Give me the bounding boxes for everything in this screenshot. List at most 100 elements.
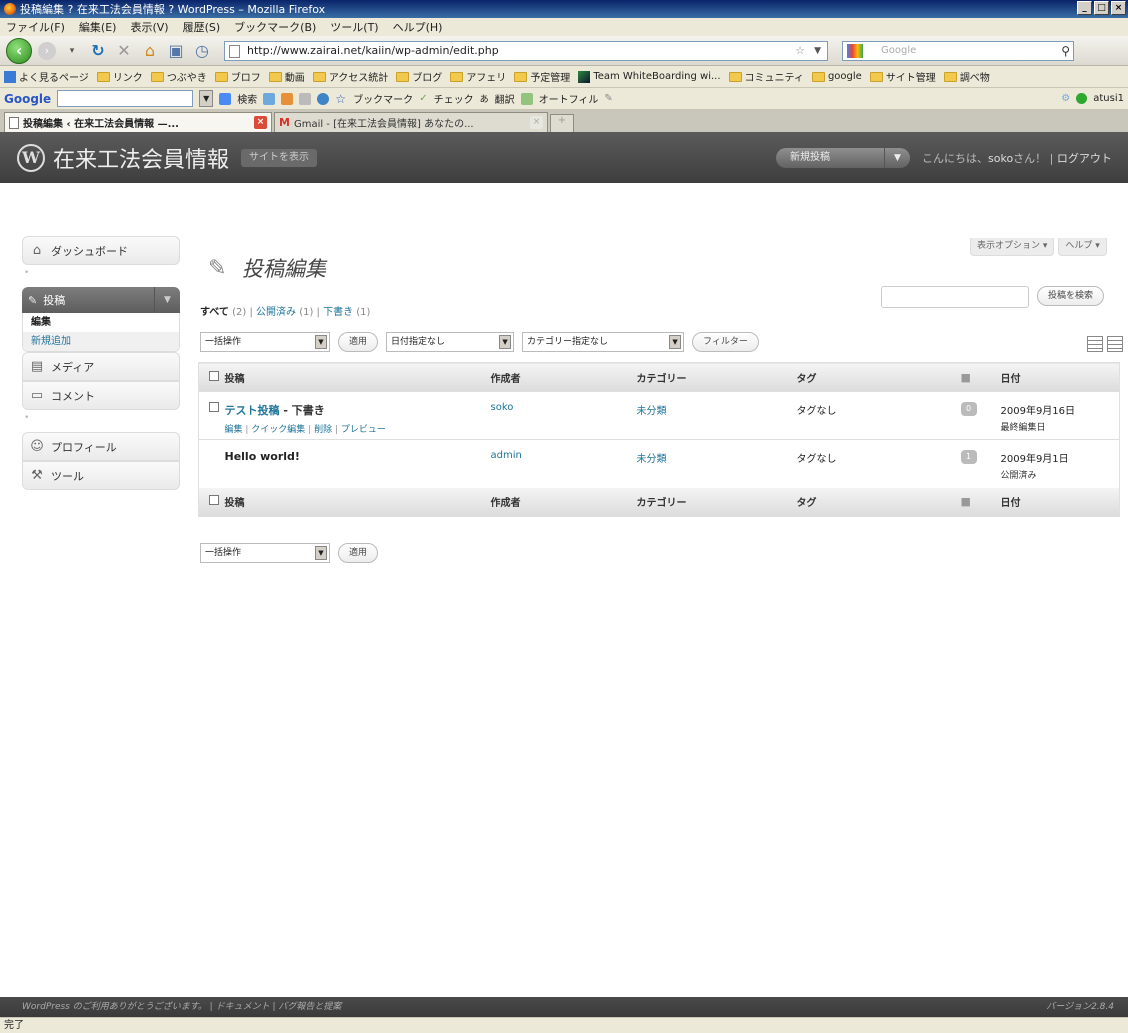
google-bookmarks-button[interactable]: ブックマーク xyxy=(353,91,413,106)
excerpt-view-icon[interactable] xyxy=(1107,336,1123,352)
tab-posts-edit[interactable]: 投稿編集 ‹ 在来工法会員情報 —... × xyxy=(4,112,272,132)
url-bar[interactable]: http://www.zairai.net/kaiin/wp-admin/edi… xyxy=(224,40,828,61)
list-view-icon[interactable] xyxy=(1087,336,1103,352)
help-button[interactable]: ヘルプ ▾ xyxy=(1058,238,1107,256)
tab-gmail[interactable]: M Gmail - [在来工法会員情報] あなたの... × xyxy=(274,112,548,132)
bookmark-item[interactable]: 調べ物 xyxy=(943,69,990,84)
bookmark-item[interactable]: アクセス統計 xyxy=(312,69,388,84)
back-button[interactable]: ‹ xyxy=(6,37,32,64)
bookmark-item[interactable]: つぶやき xyxy=(150,69,207,84)
date-filter-select[interactable]: 日付指定なし ▼ xyxy=(386,332,515,352)
quick-edit-link[interactable]: クイック編集 xyxy=(251,425,305,435)
spell-check-button[interactable]: チェック xyxy=(434,91,474,106)
close-tab-icon[interactable]: × xyxy=(254,116,267,129)
bookmark-item[interactable]: ブログ xyxy=(396,69,442,84)
logout-link[interactable]: ログアウト xyxy=(1057,152,1112,165)
sidebar-subitem-add-new[interactable]: 新規追加 xyxy=(23,332,179,351)
bulk-action-select-bottom[interactable]: 一括操作 ▼ xyxy=(200,543,330,563)
bookmark-item[interactable]: よく見るページ xyxy=(4,69,89,84)
bookmark-item[interactable]: アフェリ xyxy=(450,69,506,84)
autofill-button[interactable]: オートフィル xyxy=(539,91,599,106)
menu-bookmarks[interactable]: ブックマーク(B) xyxy=(234,19,316,35)
bulk-action-select[interactable]: 一括操作 ▼ xyxy=(200,332,330,352)
apply-button-bottom[interactable]: 適用 xyxy=(338,543,379,563)
bookmark-item[interactable]: Team WhiteBoarding wi... xyxy=(578,70,721,83)
close-tab-icon[interactable]: × xyxy=(530,116,543,129)
column-footer-title[interactable]: 投稿 xyxy=(224,487,491,517)
column-header-title[interactable]: 投稿 xyxy=(224,362,491,392)
minimize-button[interactable]: _ xyxy=(1077,1,1092,15)
posts-toggle-icon[interactable]: ▼ xyxy=(154,287,180,313)
post-search-input[interactable] xyxy=(881,286,1029,308)
close-window-button[interactable]: × xyxy=(1111,1,1126,15)
select-all-checkbox[interactable] xyxy=(209,495,219,506)
menu-edit[interactable]: 編集(E) xyxy=(79,19,117,35)
menu-file[interactable]: ファイル(F) xyxy=(6,19,65,35)
bookmark-item[interactable]: ブロフ xyxy=(214,69,261,84)
clock-icon[interactable]: ◷ xyxy=(192,41,212,61)
favorite-actions[interactable]: 新規投稿 ▼ xyxy=(776,148,910,168)
bookmark-item[interactable]: 予定管理 xyxy=(514,69,570,84)
google-user[interactable]: atusi1 xyxy=(1093,93,1124,104)
maximize-button[interactable]: □ xyxy=(1094,1,1109,15)
menu-tools[interactable]: ツール(T) xyxy=(330,19,378,35)
search-bar[interactable]: Google ⚲ xyxy=(842,40,1074,61)
menu-help[interactable]: ヘルプ(H) xyxy=(393,19,443,35)
translate-button[interactable]: 翻訳 xyxy=(495,91,515,106)
category-link[interactable]: 未分類 xyxy=(637,406,667,417)
settings-icon[interactable]: ⚙ xyxy=(1061,93,1070,104)
menu-view[interactable]: 表示(V) xyxy=(130,19,168,35)
bookmark-item[interactable]: リンク xyxy=(96,69,143,84)
category-filter-select[interactable]: カテゴリー指定なし ▼ xyxy=(522,332,685,352)
author-link[interactable]: soko xyxy=(491,402,514,413)
filter-all[interactable]: すべて xyxy=(200,307,229,318)
apply-button[interactable]: 適用 xyxy=(338,332,379,352)
forward-button[interactable]: › xyxy=(38,41,56,60)
filter-drafts[interactable]: 下書き xyxy=(323,307,353,318)
sidebar-item-posts[interactable]: ✎ 投稿 ▼ xyxy=(22,287,180,313)
bookmark-item[interactable]: サイト管理 xyxy=(869,69,936,84)
row-checkbox[interactable] xyxy=(209,402,219,412)
pencil-icon[interactable]: ✎ xyxy=(604,93,612,104)
delete-link[interactable]: 削除 xyxy=(314,425,332,435)
sidebar-item-media[interactable]: ▤ メディア xyxy=(22,352,180,381)
star-icon[interactable]: ☆ xyxy=(335,93,347,105)
column-header-date[interactable]: 日付 xyxy=(1000,362,1120,392)
site-title[interactable]: 在来工法会員情報 xyxy=(53,142,229,174)
star-icon[interactable]: ☆ xyxy=(795,42,805,60)
post-title-link[interactable]: テスト投稿 xyxy=(225,404,280,417)
google-search-dropdown[interactable]: ▼ xyxy=(199,90,214,107)
home-icon[interactable] xyxy=(299,92,312,105)
menu-history[interactable]: 履歴(S) xyxy=(183,19,221,35)
bookmark-item[interactable]: google xyxy=(811,71,862,82)
sidebar-item-profile[interactable]: ☺ プロフィール xyxy=(22,432,180,461)
filter-button[interactable]: フィルター xyxy=(692,332,759,352)
sidebar-item-dashboard[interactable]: ⌂ ダッシュボード xyxy=(22,236,180,265)
edit-link[interactable]: 編集 xyxy=(225,425,243,435)
search-icon[interactable]: ⚲ xyxy=(1061,42,1070,60)
post-title-link[interactable]: Hello world! xyxy=(225,450,300,463)
sidebar-item-comments[interactable]: ▭ コメント xyxy=(22,381,180,410)
screen-options-button[interactable]: 表示オプション ▾ xyxy=(970,238,1055,256)
author-link[interactable]: admin xyxy=(491,450,522,461)
url-dropdown-icon[interactable]: ▼ xyxy=(814,42,821,60)
favorite-action-label[interactable]: 新規投稿 xyxy=(790,152,830,163)
category-link[interactable]: 未分類 xyxy=(637,454,667,465)
new-tab-button[interactable]: + xyxy=(550,114,574,132)
bookmark-page-icon[interactable]: ▣ xyxy=(166,41,186,61)
google-search-icon[interactable] xyxy=(847,43,863,58)
visit-site-button[interactable]: サイトを表示 xyxy=(241,148,318,167)
home-icon[interactable]: ⌂ xyxy=(140,41,160,61)
preview-link[interactable]: プレビュー xyxy=(341,425,386,435)
sidebar-subitem-edit[interactable]: 編集 xyxy=(23,313,179,332)
filter-published[interactable]: 公開済み xyxy=(256,307,296,318)
comment-count-bubble[interactable]: 1 xyxy=(960,450,977,464)
reload-icon[interactable]: ↻ xyxy=(88,41,108,61)
sidewiki-icon[interactable] xyxy=(281,92,294,105)
autofill-icon[interactable] xyxy=(520,92,533,105)
favorite-dropdown-icon[interactable]: ▼ xyxy=(884,148,910,168)
translate-icon[interactable]: あ xyxy=(480,92,489,105)
stop-icon[interactable]: ✕ xyxy=(114,41,134,61)
plus-icon[interactable] xyxy=(263,92,276,105)
check-icon[interactable]: ✓ xyxy=(419,93,427,104)
